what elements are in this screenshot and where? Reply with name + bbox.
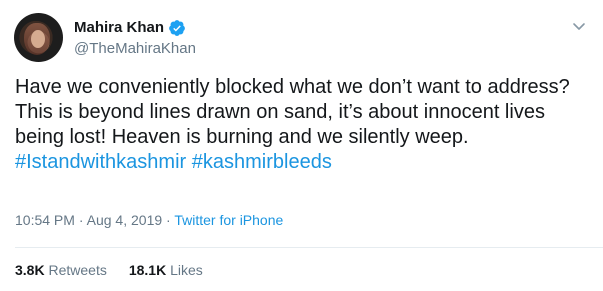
tweet-stats: 3.8K Retweets 18.1K Likes xyxy=(15,262,203,278)
tweet-source-link[interactable]: Twitter for iPhone xyxy=(174,212,283,228)
tweet-body: Have we conveniently blocked what we don… xyxy=(15,76,575,148)
verified-badge-icon xyxy=(168,19,186,37)
meta-separator: · xyxy=(166,212,171,228)
name-row: Mahira Khan xyxy=(74,18,196,38)
retweets-stat[interactable]: 3.8K Retweets xyxy=(15,262,107,278)
tweet-meta: 10:54 PM · Aug 4, 2019 · Twitter for iPh… xyxy=(15,212,283,228)
tweet-card: Mahira Khan @TheMahiraKhan Have we conve… xyxy=(0,0,603,291)
tweet-text: Have we conveniently blocked what we don… xyxy=(15,75,590,175)
user-names: Mahira Khan @TheMahiraKhan xyxy=(74,18,196,57)
retweets-count: 3.8K xyxy=(15,262,45,278)
tweet-header: Mahira Khan @TheMahiraKhan xyxy=(14,12,589,62)
likes-label: Likes xyxy=(170,262,203,278)
meta-separator: · xyxy=(78,212,84,228)
hashtag-link[interactable]: #kashmirbleeds xyxy=(192,151,332,173)
retweets-label: Retweets xyxy=(48,262,107,278)
hashtag-link[interactable]: #Istandwithkashmir xyxy=(15,151,186,173)
avatar[interactable] xyxy=(14,12,63,62)
likes-stat[interactable]: 18.1K Likes xyxy=(129,262,203,278)
chevron-down-icon[interactable] xyxy=(571,18,587,34)
tweet-date[interactable]: Aug 4, 2019 xyxy=(87,212,163,228)
tweet-time[interactable]: 10:54 PM xyxy=(15,212,75,228)
divider xyxy=(15,247,603,248)
likes-count: 18.1K xyxy=(128,262,167,278)
display-name[interactable]: Mahira Khan xyxy=(74,19,164,36)
user-handle[interactable]: @TheMahiraKhan xyxy=(74,40,196,57)
